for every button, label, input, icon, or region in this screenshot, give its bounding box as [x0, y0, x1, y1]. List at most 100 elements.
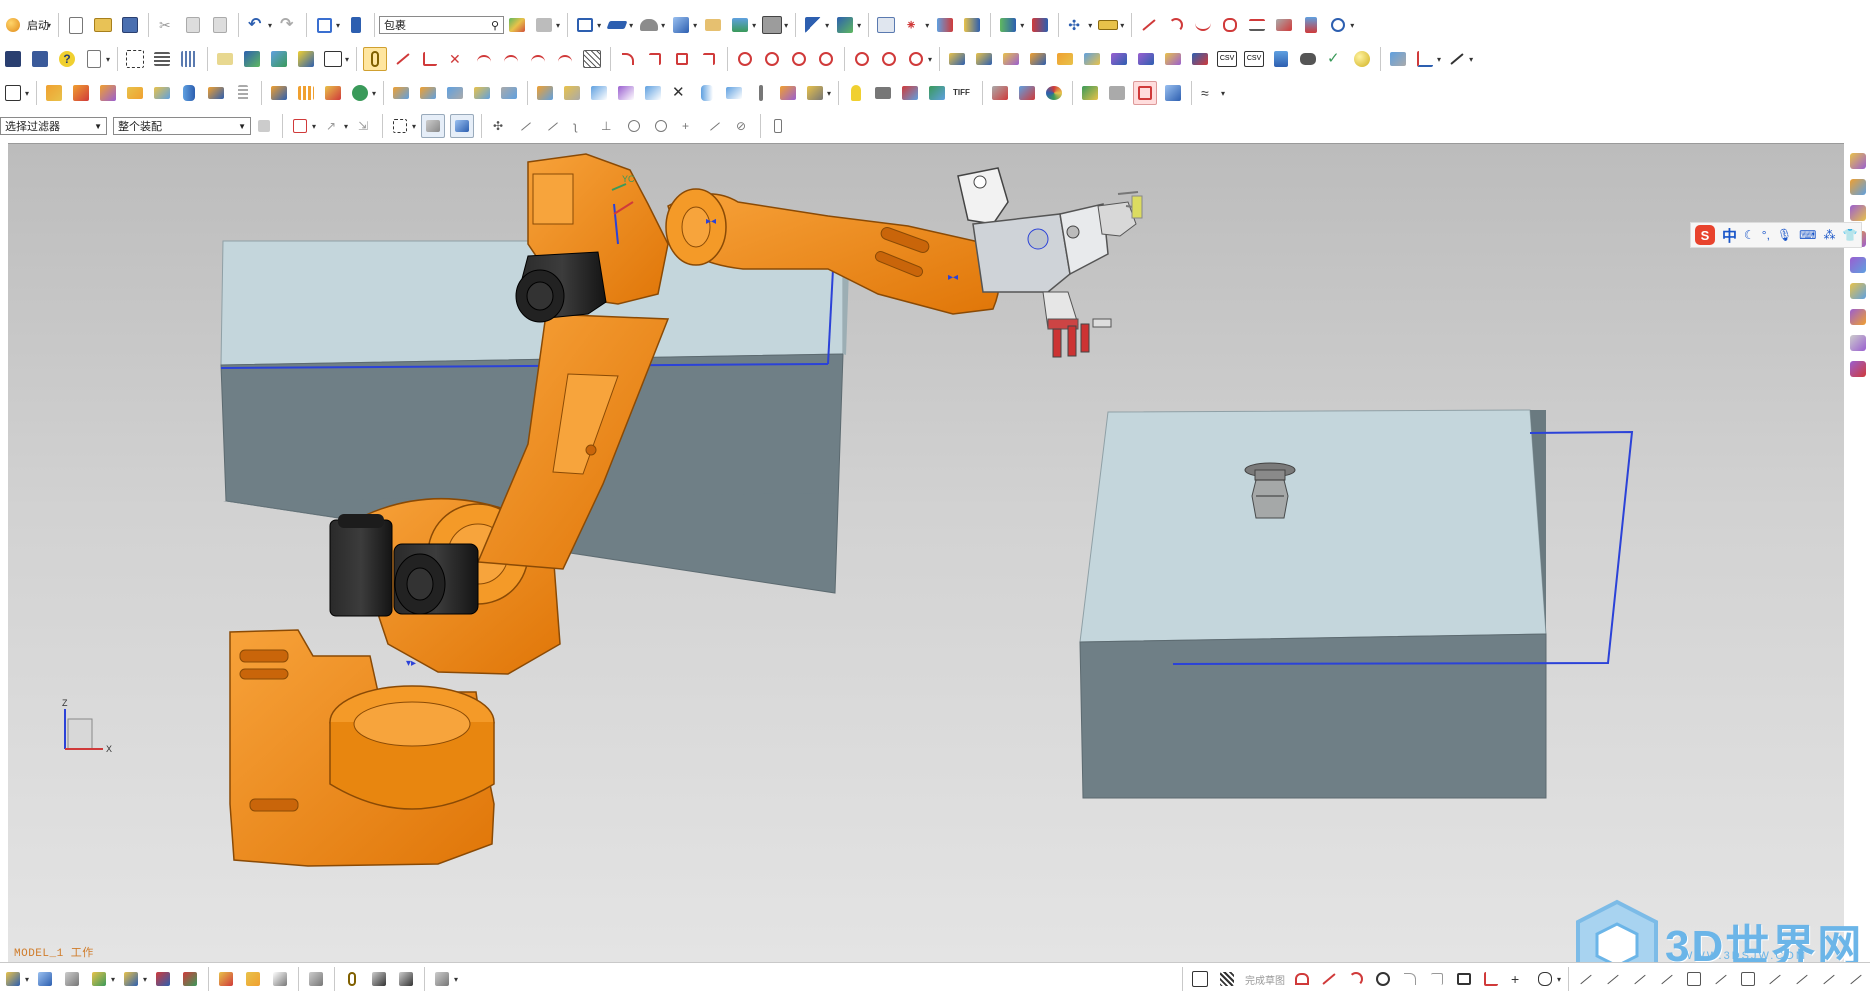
- circle-7-icon[interactable]: [905, 48, 927, 70]
- zoom-dropdown-icon[interactable]: ▾: [597, 21, 601, 30]
- pattern-icon[interactable]: [268, 82, 290, 104]
- csv-export-icon[interactable]: CSV: [1216, 48, 1238, 70]
- mate-icon[interactable]: [295, 48, 317, 70]
- text-icon[interactable]: [322, 48, 344, 70]
- profile-icon[interactable]: [1291, 968, 1313, 990]
- table-icon[interactable]: [875, 14, 897, 36]
- tube-icon[interactable]: [696, 82, 718, 104]
- shaded-view-icon[interactable]: [506, 14, 528, 36]
- skin-icon[interactable]: ⁂: [1823, 228, 1835, 242]
- scene-icon[interactable]: [926, 82, 948, 104]
- help-icon[interactable]: ?: [56, 48, 78, 70]
- paste-icon[interactable]: [209, 14, 231, 36]
- select-feature-dropdown-icon[interactable]: ▾: [312, 122, 316, 131]
- draft-icon[interactable]: [444, 82, 466, 104]
- sim-icon[interactable]: [1029, 14, 1051, 36]
- join-curve-icon[interactable]: [527, 48, 549, 70]
- render-style-icon[interactable]: [638, 14, 660, 36]
- wedge-icon[interactable]: [561, 82, 583, 104]
- assembly-dropdown-icon[interactable]: ▾: [556, 21, 560, 30]
- fit-view-icon[interactable]: [313, 14, 335, 36]
- sketch-icon[interactable]: [124, 48, 146, 70]
- point-icon[interactable]: ⁕: [902, 14, 924, 36]
- bottom-mate-dropdown-icon[interactable]: ▾: [143, 975, 147, 984]
- boolean-icon[interactable]: [349, 82, 371, 104]
- resource-materials-icon[interactable]: [1850, 335, 1866, 351]
- sogou-logo-icon[interactable]: S: [1695, 225, 1715, 245]
- sketch-intersect-icon[interactable]: [1764, 968, 1786, 990]
- ruler-icon[interactable]: [1097, 14, 1119, 36]
- drafting-icon[interactable]: [1387, 48, 1409, 70]
- sketch-point-icon[interactable]: +: [1507, 968, 1529, 990]
- microphone-icon[interactable]: 🎙: [1777, 228, 1792, 242]
- new-file-icon[interactable]: [65, 14, 87, 36]
- extract-curve-icon[interactable]: [1300, 14, 1322, 36]
- boolean-dropdown-icon[interactable]: ▾: [372, 89, 376, 98]
- display-dropdown-icon[interactable]: ▾: [784, 21, 788, 30]
- circle-4-icon[interactable]: [815, 48, 837, 70]
- sketch-corner-icon[interactable]: [1629, 968, 1651, 990]
- bottom-part-dropdown-icon[interactable]: ▾: [25, 975, 29, 984]
- motion-icon[interactable]: [997, 14, 1019, 36]
- needle-icon[interactable]: [750, 82, 772, 104]
- thread-icon[interactable]: [232, 82, 254, 104]
- sketch-polyline-icon[interactable]: [1480, 968, 1502, 990]
- curve-dropdown-icon[interactable]: ▾: [1350, 21, 1354, 30]
- snap-endpoint-icon[interactable]: ✣: [488, 115, 510, 137]
- feature-a-icon[interactable]: [946, 48, 968, 70]
- sketch-more-icon[interactable]: [1845, 968, 1867, 990]
- sketch-arc-icon[interactable]: [1345, 968, 1367, 990]
- snap-existing-icon[interactable]: +: [677, 115, 699, 137]
- redo-icon[interactable]: ↷: [277, 14, 299, 36]
- resource-assembly-icon[interactable]: [1850, 153, 1866, 169]
- move-comp-icon[interactable]: [241, 48, 263, 70]
- finish-sketch-icon[interactable]: [1216, 968, 1238, 990]
- wave-icon[interactable]: ≈: [1198, 82, 1220, 104]
- bottom-clearance-dropdown-icon[interactable]: ▾: [454, 975, 458, 984]
- mesh-icon[interactable]: [581, 48, 603, 70]
- snap-curve-icon[interactable]: ʅ: [569, 115, 591, 137]
- select-body-icon[interactable]: [421, 114, 446, 138]
- wcs-dropdown-icon[interactable]: ▾: [825, 21, 829, 30]
- background-icon[interactable]: [702, 14, 724, 36]
- circle-2-icon[interactable]: [761, 48, 783, 70]
- fit-view-dropdown-icon[interactable]: ▾: [336, 21, 340, 30]
- select-mode-icon[interactable]: ⇲: [353, 115, 375, 137]
- open-folder-icon[interactable]: [92, 14, 114, 36]
- wcs-orient-dropdown-icon[interactable]: ▾: [857, 21, 861, 30]
- hide-body-icon[interactable]: [1133, 81, 1158, 105]
- bottom-move-icon[interactable]: [152, 968, 174, 990]
- feature-b-icon[interactable]: [973, 48, 995, 70]
- sketch-spline-icon[interactable]: [1534, 968, 1556, 990]
- ime-language-toggle[interactable]: 中: [1722, 225, 1737, 246]
- select-feature-icon[interactable]: [289, 115, 311, 137]
- sketch-fillet-icon[interactable]: [1399, 968, 1421, 990]
- pocket-icon[interactable]: [151, 82, 173, 104]
- start-dropdown-icon[interactable]: ▾: [47, 21, 51, 30]
- grid-icon[interactable]: ✣: [1065, 14, 1087, 36]
- arc-icon[interactable]: [1165, 14, 1187, 36]
- boss-icon[interactable]: [124, 82, 146, 104]
- app-logo-icon[interactable]: [2, 14, 24, 36]
- render-icon[interactable]: [899, 82, 921, 104]
- save-icon[interactable]: [2, 48, 24, 70]
- sketch-trim-icon[interactable]: [1575, 968, 1597, 990]
- bottom-add-comp-icon[interactable]: [88, 968, 110, 990]
- bottom-array-icon[interactable]: [242, 968, 264, 990]
- select-point-dropdown-icon[interactable]: ▾: [344, 122, 348, 131]
- circle-icon[interactable]: [734, 48, 756, 70]
- bottom-clearance-icon[interactable]: [431, 968, 453, 990]
- cluster-icon[interactable]: [777, 82, 799, 104]
- sketch-extend-icon[interactable]: [1602, 968, 1624, 990]
- tiff-icon[interactable]: TIFF: [953, 82, 975, 104]
- bottom-mate-icon[interactable]: [120, 968, 142, 990]
- circle-6-icon[interactable]: [878, 48, 900, 70]
- feature-j-icon[interactable]: [1189, 48, 1211, 70]
- block-icon[interactable]: [534, 82, 556, 104]
- bottom-new-comp-icon[interactable]: [61, 968, 83, 990]
- sketch-dimension-icon[interactable]: [1791, 968, 1813, 990]
- hexagon-icon[interactable]: [642, 82, 664, 104]
- shell-icon[interactable]: [390, 82, 412, 104]
- right-table[interactable]: [1079, 409, 1634, 799]
- note-icon[interactable]: [214, 48, 236, 70]
